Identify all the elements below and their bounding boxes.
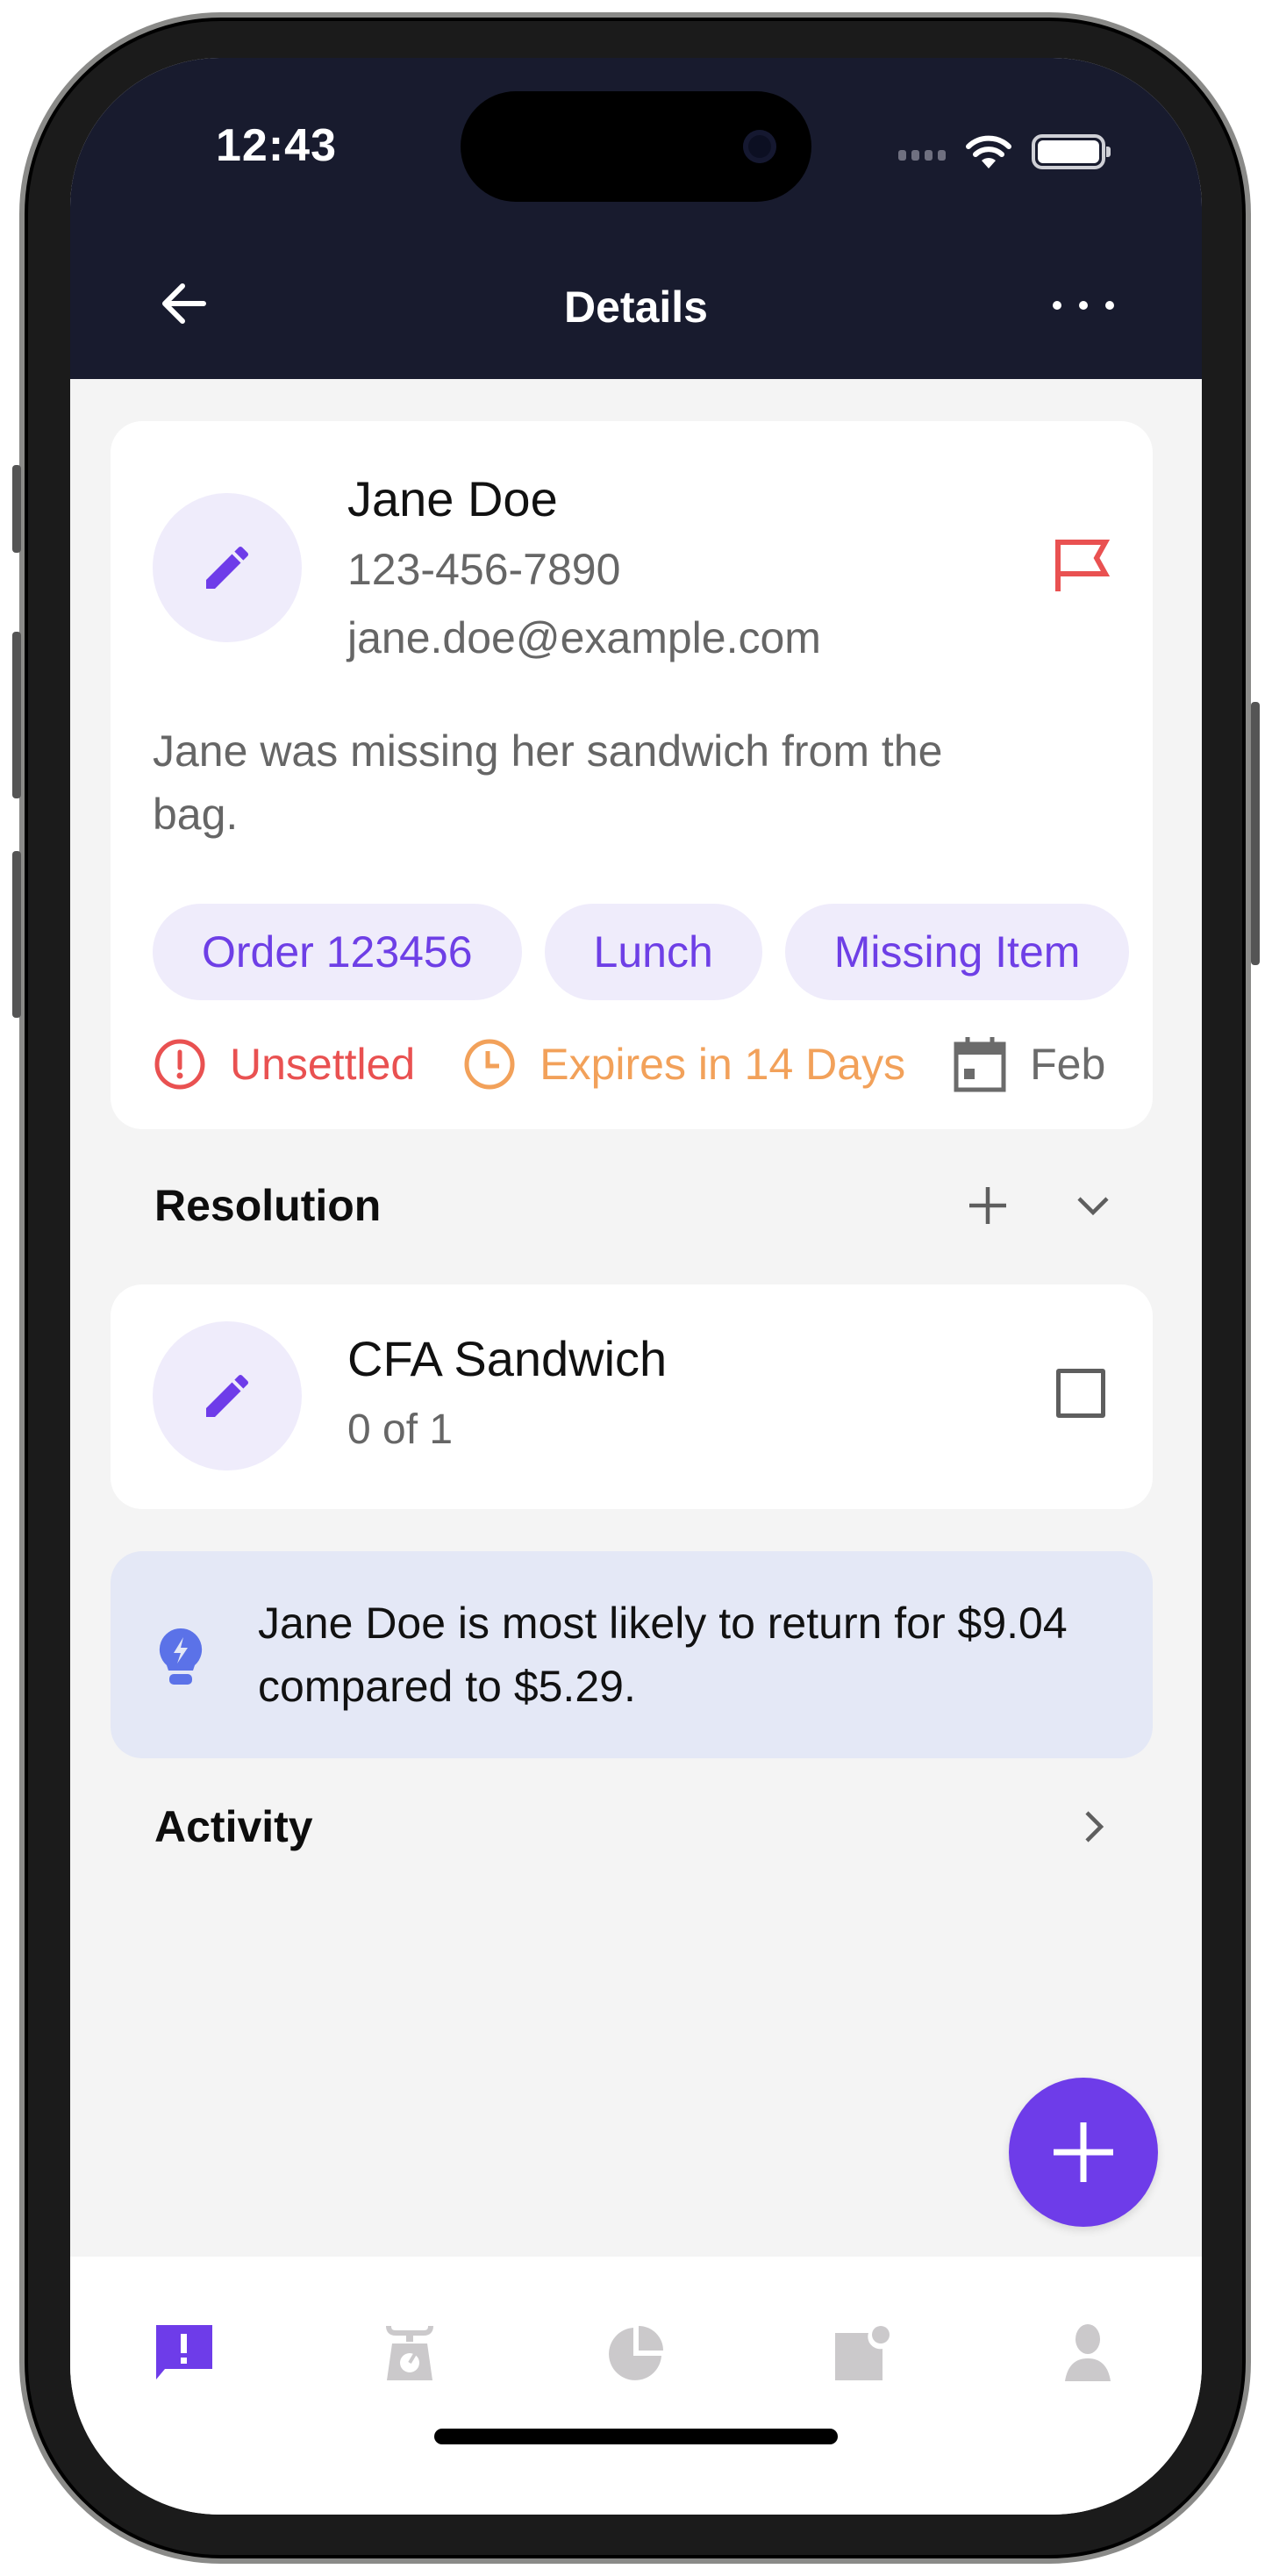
tab-scale[interactable] (366, 2309, 454, 2397)
flag-icon (1055, 540, 1111, 591)
status-row: Unsettled Expires in 14 Days Feb (153, 1035, 1105, 1093)
volume-down-button (12, 851, 21, 1018)
tag-list: Order 123456 Lunch Missing Item (153, 904, 1130, 1000)
status-label: Unsettled (230, 1040, 416, 1089)
activity-title: Activity (154, 1802, 313, 1851)
dynamic-island (461, 91, 811, 202)
tab-profile[interactable] (1044, 2309, 1132, 2397)
plus-icon (1054, 2122, 1113, 2182)
activity-row[interactable]: Activity (154, 1792, 1119, 1862)
page-title: Details (564, 283, 708, 332)
status-expires: Expires in 14 Days (462, 1037, 905, 1091)
resolution-item[interactable]: CFA Sandwich 0 of 1 (111, 1284, 1153, 1509)
volume-up-button (12, 632, 21, 798)
tag-missing-item[interactable]: Missing Item (784, 904, 1130, 1000)
status-time: 12:43 (216, 120, 337, 171)
chevron-down-icon (1077, 1197, 1109, 1216)
header: 12:43 Details (70, 58, 1202, 379)
resolution-header: Resolution (154, 1170, 1119, 1241)
status-unsettled: Unsettled (153, 1037, 415, 1091)
pie-chart-icon (609, 2326, 663, 2380)
status-label: Feb (1030, 1040, 1106, 1089)
home-indicator[interactable] (434, 2429, 838, 2444)
tag-order[interactable]: Order 123456 (153, 904, 522, 1000)
chevron-right-icon (1085, 1811, 1104, 1843)
pencil-icon (206, 546, 249, 589)
resolution-checkbox[interactable] (1056, 1369, 1105, 1418)
customer-name: Jane Doe (347, 471, 558, 526)
status-label: Expires in 14 Days (540, 1040, 906, 1089)
tab-issues[interactable] (140, 2309, 228, 2397)
lightbulb-bolt-icon (159, 1628, 203, 1685)
signal-dots-icon (898, 143, 946, 161)
resolution-item-progress: 0 of 1 (347, 1406, 454, 1453)
alert-circle-icon (154, 1039, 205, 1090)
insight-text: Jane Doe is most likely to return for $9… (258, 1599, 1068, 1711)
edit-customer-button[interactable] (153, 493, 302, 642)
resolution-actions (961, 1170, 1119, 1241)
customer-email[interactable]: jane.doe@example.com (347, 612, 821, 663)
notification-card-icon (835, 2326, 890, 2380)
scale-icon (386, 2325, 433, 2380)
resolution-item-title: CFA Sandwich (347, 1331, 668, 1386)
resolution-title: Resolution (154, 1181, 382, 1230)
collapse-resolution-button[interactable] (1067, 1179, 1119, 1232)
camera-icon (743, 130, 776, 163)
insight-banner: Jane Doe is most likely to return for $9… (111, 1551, 1153, 1758)
status-icons (898, 133, 1111, 170)
plus-icon (969, 1187, 1006, 1224)
tab-notifications[interactable] (818, 2309, 906, 2397)
more-button[interactable] (1053, 288, 1114, 323)
tab-reports[interactable] (592, 2309, 680, 2397)
pencil-icon (206, 1374, 249, 1417)
activity-actions (1067, 1792, 1119, 1862)
flag-button[interactable] (1051, 535, 1112, 597)
tag-lunch[interactable]: Lunch (544, 904, 762, 1000)
status-date: Feb (953, 1035, 1105, 1093)
power-button (1251, 702, 1260, 965)
add-resolution-button[interactable] (961, 1179, 1014, 1232)
battery-icon (1032, 134, 1111, 169)
edit-resolution-button[interactable] (153, 1321, 302, 1470)
customer-card: Jane Doe 123-456-7890 jane.doe@example.c… (111, 421, 1153, 1129)
clock-icon (464, 1039, 515, 1090)
customer-phone[interactable]: 123-456-7890 (347, 544, 620, 595)
person-icon (1065, 2324, 1111, 2381)
issue-description: Jane was missing her sandwich from the b… (153, 726, 943, 839)
calendar-icon (954, 1037, 1006, 1092)
bottom-tab-bar (70, 2257, 1202, 2515)
alert-message-icon (156, 2325, 212, 2379)
more-horizontal-icon (1053, 301, 1061, 310)
activity-expand-button[interactable] (1067, 1800, 1119, 1853)
mute-switch (12, 465, 21, 553)
add-fab-button[interactable] (1009, 2078, 1158, 2227)
wifi-icon (966, 135, 1011, 168)
app-screen: 12:43 Details Jane Doe 123-456-7890 jane… (70, 58, 1202, 2515)
